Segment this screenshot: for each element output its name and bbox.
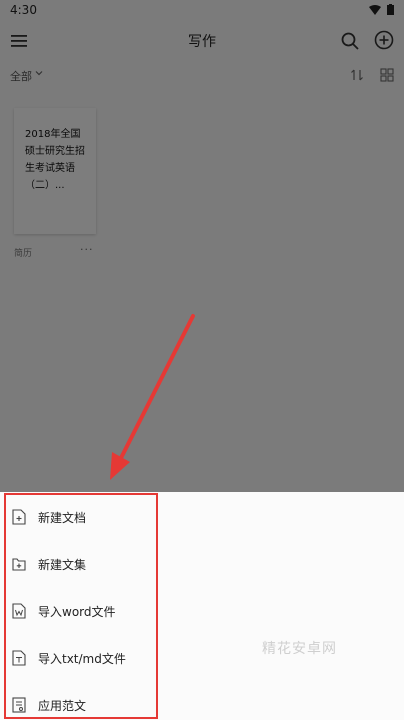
menu-item-label: 新建文集 bbox=[38, 558, 87, 572]
menu-item-apply-template[interactable]: 应用范文 bbox=[0, 682, 404, 728]
menu-item-label: 新建文档 bbox=[38, 511, 87, 525]
menu-item-label: 导入word文件 bbox=[38, 605, 116, 619]
folder-add-icon bbox=[12, 558, 26, 571]
menu-item-import-word[interactable]: 导入word文件 bbox=[0, 588, 404, 634]
bottom-sheet-menu: 新建文档 新建文集 导入word文件 导入txt/md文件 应用范文 bbox=[0, 492, 404, 720]
menu-item-label: 导入txt/md文件 bbox=[38, 652, 126, 666]
menu-item-new-collection[interactable]: 新建文集 bbox=[0, 541, 404, 587]
document-add-icon bbox=[12, 509, 26, 525]
watermark: 精花安卓网 bbox=[262, 641, 337, 657]
template-icon bbox=[12, 697, 26, 713]
dim-overlay[interactable] bbox=[0, 0, 404, 492]
menu-item-new-document[interactable]: 新建文档 bbox=[0, 494, 404, 540]
menu-item-label: 应用范文 bbox=[38, 699, 87, 713]
word-file-icon bbox=[12, 603, 26, 619]
menu-item-import-txt-md[interactable]: 导入txt/md文件 bbox=[0, 635, 404, 681]
text-file-icon bbox=[12, 650, 26, 666]
app-screen: 4:30 写作 全部 bbox=[0, 0, 404, 720]
